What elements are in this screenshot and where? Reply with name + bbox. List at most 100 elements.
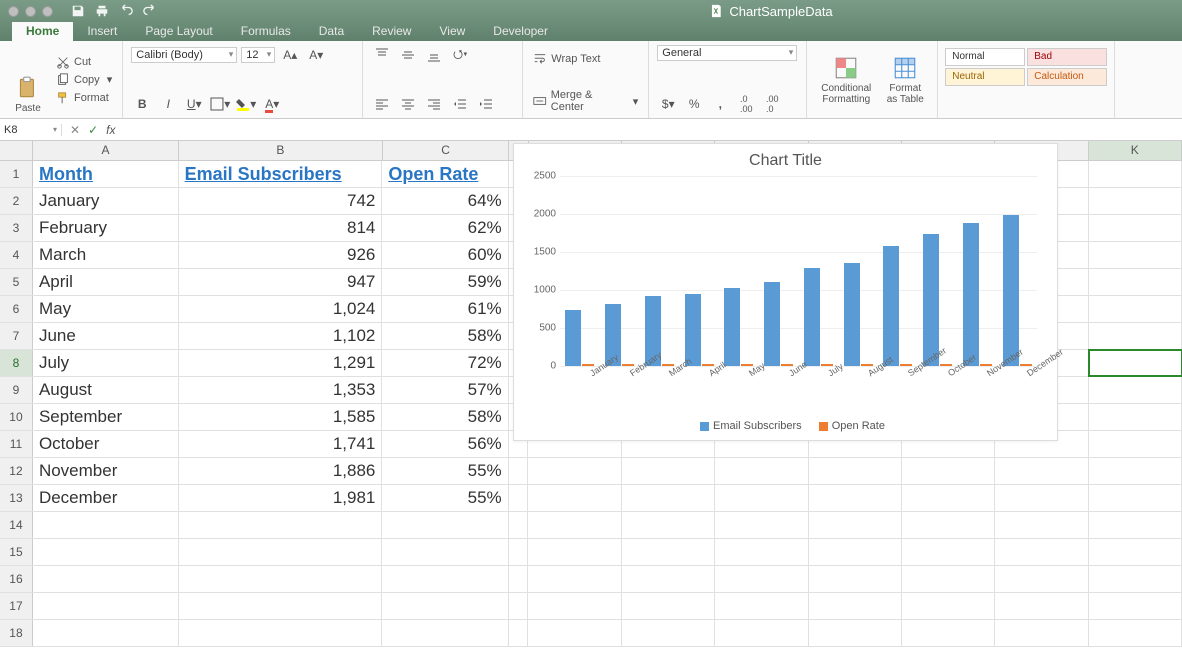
cell-B13[interactable]: 1,981 <box>179 485 383 511</box>
bold-button[interactable]: B <box>131 94 153 114</box>
cell-C2[interactable]: 64% <box>382 188 508 214</box>
cell-I17[interactable] <box>902 593 995 619</box>
cell-G12[interactable] <box>715 458 808 484</box>
cell-A8[interactable]: July <box>33 350 179 376</box>
cell-G16[interactable] <box>715 566 808 592</box>
cell-D13[interactable] <box>509 485 529 511</box>
decrease-font-icon[interactable]: A▾ <box>305 45 327 65</box>
cell-A14[interactable] <box>33 512 179 538</box>
cell-K2[interactable] <box>1089 188 1182 214</box>
bar-email-subscribers[interactable] <box>844 263 860 366</box>
bar-email-subscribers[interactable] <box>883 246 899 366</box>
cell-B15[interactable] <box>179 539 383 565</box>
undo-icon[interactable] <box>119 4 133 18</box>
cell-K10[interactable] <box>1089 404 1182 430</box>
cell-B9[interactable]: 1,353 <box>179 377 383 403</box>
cell-K9[interactable] <box>1089 377 1182 403</box>
row-header-18[interactable]: 18 <box>0 620 33 646</box>
redo-icon[interactable] <box>143 4 157 18</box>
align-middle-icon[interactable] <box>397 45 419 65</box>
bar-email-subscribers[interactable] <box>923 234 939 366</box>
merge-center-button[interactable]: Merge & Center ▾ <box>531 88 640 114</box>
cell-C16[interactable] <box>382 566 508 592</box>
cell-C14[interactable] <box>382 512 508 538</box>
cell-B5[interactable]: 947 <box>179 269 383 295</box>
cancel-formula-icon[interactable]: ✕ <box>70 123 80 137</box>
cell-G13[interactable] <box>715 485 808 511</box>
tab-home[interactable]: Home <box>12 21 73 41</box>
cell-A4[interactable]: March <box>33 242 179 268</box>
cell-B17[interactable] <box>179 593 383 619</box>
bar-email-subscribers[interactable] <box>724 288 740 366</box>
column-header-B[interactable]: B <box>179 141 383 160</box>
paste-button[interactable]: Paste <box>8 45 48 114</box>
align-top-icon[interactable] <box>371 45 393 65</box>
cell-B16[interactable] <box>179 566 383 592</box>
cell-B1[interactable]: Email Subscribers <box>179 161 383 187</box>
cell-I13[interactable] <box>902 485 995 511</box>
cell-G18[interactable] <box>715 620 808 646</box>
currency-icon[interactable]: $▾ <box>657 94 679 114</box>
italic-button[interactable]: I <box>157 94 179 114</box>
cell-F12[interactable] <box>622 458 715 484</box>
cell-A13[interactable]: December <box>33 485 179 511</box>
cell-A1[interactable]: Month <box>33 161 179 187</box>
cell-I12[interactable] <box>902 458 995 484</box>
cell-C7[interactable]: 58% <box>382 323 508 349</box>
tab-data[interactable]: Data <box>305 21 358 41</box>
cell-B6[interactable]: 1,024 <box>179 296 383 322</box>
cell-E18[interactable] <box>528 620 621 646</box>
cell-K3[interactable] <box>1089 215 1182 241</box>
cut-button[interactable]: Cut <box>54 54 114 70</box>
cell-I16[interactable] <box>902 566 995 592</box>
cell-G15[interactable] <box>715 539 808 565</box>
cell-K1[interactable] <box>1089 161 1182 187</box>
cell-F15[interactable] <box>622 539 715 565</box>
format-as-table-button[interactable]: Format as Table <box>881 55 929 105</box>
cell-A15[interactable] <box>33 539 179 565</box>
row-header-11[interactable]: 11 <box>0 431 33 457</box>
row-header-1[interactable]: 1 <box>0 161 33 187</box>
row-header-4[interactable]: 4 <box>0 242 33 268</box>
number-format-select[interactable]: General <box>657 45 797 61</box>
cell-K6[interactable] <box>1089 296 1182 322</box>
bar-email-subscribers[interactable] <box>764 282 780 366</box>
cell-A9[interactable]: August <box>33 377 179 403</box>
row-header-15[interactable]: 15 <box>0 539 33 565</box>
cell-E16[interactable] <box>528 566 621 592</box>
align-right-icon[interactable] <box>423 94 445 114</box>
cell-A10[interactable]: September <box>33 404 179 430</box>
cell-B10[interactable]: 1,585 <box>179 404 383 430</box>
fx-icon[interactable]: fx <box>106 123 115 137</box>
embedded-chart[interactable]: Chart Title 05001000150020002500 January… <box>513 143 1058 441</box>
tab-formulas[interactable]: Formulas <box>227 21 305 41</box>
cell-J16[interactable] <box>995 566 1088 592</box>
row-header-5[interactable]: 5 <box>0 269 33 295</box>
row-header-12[interactable]: 12 <box>0 458 33 484</box>
cell-K4[interactable] <box>1089 242 1182 268</box>
row-header-7[interactable]: 7 <box>0 323 33 349</box>
cell-D16[interactable] <box>509 566 529 592</box>
cell-A17[interactable] <box>33 593 179 619</box>
wrap-text-button[interactable]: Wrap Text <box>531 51 640 67</box>
cell-B2[interactable]: 742 <box>179 188 383 214</box>
cell-A18[interactable] <box>33 620 179 646</box>
cell-J13[interactable] <box>995 485 1088 511</box>
row-header-13[interactable]: 13 <box>0 485 33 511</box>
decrease-decimal-icon[interactable]: .00.0 <box>761 94 783 114</box>
enter-formula-icon[interactable]: ✓ <box>88 123 98 137</box>
cell-J15[interactable] <box>995 539 1088 565</box>
cell-C11[interactable]: 56% <box>382 431 508 457</box>
cell-B4[interactable]: 926 <box>179 242 383 268</box>
cell-K13[interactable] <box>1089 485 1182 511</box>
cell-B18[interactable] <box>179 620 383 646</box>
increase-decimal-icon[interactable]: .0.00 <box>735 94 757 114</box>
cell-C15[interactable] <box>382 539 508 565</box>
cell-H16[interactable] <box>809 566 902 592</box>
cell-A3[interactable]: February <box>33 215 179 241</box>
cell-B11[interactable]: 1,741 <box>179 431 383 457</box>
cell-J18[interactable] <box>995 620 1088 646</box>
align-bottom-icon[interactable] <box>423 45 445 65</box>
cell-K16[interactable] <box>1089 566 1182 592</box>
cell-E12[interactable] <box>528 458 621 484</box>
